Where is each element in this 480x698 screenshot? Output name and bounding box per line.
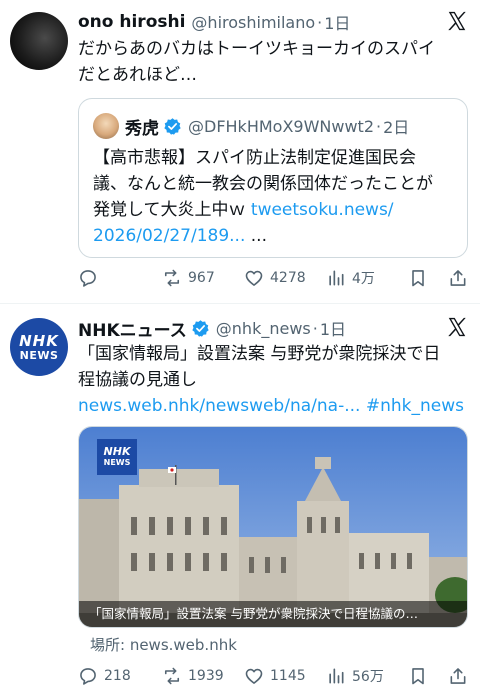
post-header: ono hiroshi @hiroshimilano · 1日 (78, 10, 350, 34)
avatar[interactable]: NHK NEWS (10, 318, 68, 376)
media-caption: 「国家情報局」設置法案 与野党が衆院採決で日程協議の… (79, 601, 467, 627)
repost-button[interactable]: 1939 (162, 664, 224, 688)
quoted-post[interactable]: 秀虎 @DFHkHMoX9WNwwt2 · 2日 【高市悲報】スパイ防止法制定促… (78, 98, 468, 258)
share-icon (450, 668, 466, 684)
like-count: 4278 (270, 270, 306, 286)
verified-badge-icon (192, 319, 209, 337)
post-text-line: 程協議の見通し (78, 370, 197, 390)
post-text-line: news.web.nhk/newsweb/na/na-... #nhk_news (78, 393, 470, 419)
like-icon (245, 270, 263, 286)
reply-button[interactable]: 218 (78, 664, 131, 688)
post-time[interactable]: 1日 (324, 10, 350, 34)
reply-button[interactable] (78, 266, 104, 290)
verified-badge-icon (164, 117, 181, 135)
avatar[interactable] (93, 113, 119, 139)
views-button[interactable]: 56万 (326, 664, 384, 688)
bookmark-icon (412, 270, 424, 287)
post-header: NHKニュース @nhk_news · 1日 (78, 316, 346, 341)
repost-count: 967 (188, 270, 215, 286)
post-text: だからあのバカはトーイツキョーカイのスパイ だとあれほど… (78, 36, 435, 88)
quote-header: 秀虎 @DFHkHMoX9WNwwt2 · 2日 (125, 113, 409, 139)
views-icon (329, 668, 344, 684)
bookmark-icon (412, 668, 424, 685)
quote-text-line: 発覚して大炎上中ｗ tweetsoku.news/ (93, 197, 463, 223)
views-icon (329, 270, 344, 286)
post-text-line: だとあれほど… (78, 65, 197, 85)
author-name[interactable]: ono hiroshi (78, 12, 185, 32)
reply-icon (80, 668, 96, 685)
bookmark-button[interactable] (408, 664, 434, 688)
like-count: 1145 (270, 668, 306, 684)
repost-icon (164, 269, 180, 287)
diet-building-image (79, 427, 467, 627)
post-time: 2日 (383, 118, 410, 137)
x-logo-icon (448, 11, 466, 31)
ellipsis: ... (245, 226, 267, 246)
link-source[interactable]: 場所: news.web.nhk (90, 634, 237, 655)
post-text-line: だからあのバカはトーイツキョーカイのスパイ (78, 39, 435, 59)
repost-icon (164, 667, 180, 685)
like-button[interactable]: 4278 (244, 266, 306, 290)
post-time[interactable]: 1日 (320, 316, 346, 340)
post-ono-hiroshi[interactable]: ono hiroshi @hiroshimilano · 1日 だからあのバカは… (0, 0, 480, 303)
avatar[interactable] (10, 12, 68, 70)
share-button[interactable] (448, 266, 474, 290)
repost-count: 1939 (188, 668, 224, 684)
avatar-logo-text: NEWS (19, 348, 59, 362)
view-count: 4万 (352, 271, 375, 287)
author-handle[interactable]: @nhk_news (216, 319, 311, 338)
bookmark-button[interactable] (408, 266, 434, 290)
article-link[interactable]: news.web.nhk/newsweb/na/na-... (78, 396, 360, 416)
separator-dot: · (376, 116, 382, 136)
quote-text-line: 2026/02/27/189... ... (93, 223, 463, 249)
views-button[interactable]: 4万 (326, 266, 375, 290)
badge-text: NEWS (103, 458, 131, 467)
post-text: 「国家情報局」設置法案 与野党が衆院採決で日 程協議の見通し news.web.… (78, 341, 470, 419)
avatar-logo-text: NHK (19, 331, 59, 350)
author-name: 秀虎 (125, 118, 159, 139)
hashtag-link[interactable]: #nhk_news (366, 396, 464, 416)
quote-text-line: 議、なんと統一教会の関係団体だったことが (93, 174, 433, 194)
x-logo-icon (448, 317, 466, 337)
like-button[interactable]: 1145 (244, 664, 306, 688)
share-button[interactable] (448, 664, 474, 688)
quote-text: 【高市悲報】スパイ防止法制定促進国民会 議、なんと統一教会の関係団体だったことが… (93, 145, 463, 249)
article-link[interactable]: 2026/02/27/189... (93, 226, 245, 246)
post-text-line: 「国家情報局」設置法案 与野党が衆院採決で日 (78, 344, 441, 364)
repost-button[interactable]: 967 (162, 266, 215, 290)
media-image[interactable]: NHK NEWS 「国家情報局」設置法案 与野党が衆院採決で日程協議の… (78, 426, 468, 628)
reply-icon (80, 270, 96, 287)
share-icon (450, 270, 466, 286)
nhk-news-badge: NHK NEWS (97, 439, 137, 475)
author-name[interactable]: NHKニュース (78, 316, 187, 341)
author-handle: @DFHkHMoX9WNwwt2 (188, 116, 374, 136)
reply-count: 218 (104, 668, 131, 684)
quote-text-fragment: 発覚して大炎上中ｗ (93, 200, 251, 220)
badge-text: NHK (103, 445, 131, 458)
action-bar: 218 1939 1145 56万 (78, 664, 470, 688)
view-count: 56万 (352, 669, 384, 685)
like-icon (245, 668, 263, 684)
quote-text-line: 【高市悲報】スパイ防止法制定促進国民会 (93, 148, 416, 168)
separator-dot: · (312, 318, 318, 338)
article-link[interactable]: tweetsoku.news/ (251, 200, 394, 220)
author-handle[interactable]: @hiroshimilano (191, 13, 315, 32)
action-bar: 967 4278 4万 (78, 266, 470, 290)
separator-dot: · (317, 12, 323, 32)
